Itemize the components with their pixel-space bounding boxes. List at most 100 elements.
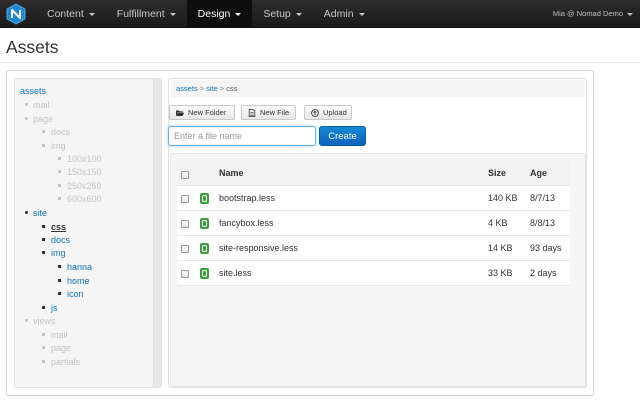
tree-item-label: home: [67, 276, 90, 286]
row-checkbox[interactable]: [181, 195, 189, 203]
bullet-icon: [42, 130, 45, 134]
tree-item-page[interactable]: page: [25, 114, 53, 125]
caret-down-icon: [627, 13, 633, 16]
breadcrumb-separator: >: [219, 84, 225, 93]
row-checkbox[interactable]: [181, 245, 189, 253]
tree-item-site[interactable]: site: [25, 208, 47, 219]
tree-item-docs[interactable]: docs: [42, 127, 70, 138]
file-type-icon: [200, 268, 209, 279]
nav-fulfillment[interactable]: Fulfillment: [106, 0, 187, 28]
table-row[interactable]: site.less 33 KB 2 days: [177, 261, 570, 286]
user-menu-label: Mia @ Nomad Demo: [552, 9, 623, 18]
header-name[interactable]: Name: [219, 161, 244, 185]
create-button[interactable]: Create: [319, 126, 366, 146]
file-size: 4 KB: [488, 218, 508, 228]
tree-item-home[interactable]: home: [58, 276, 90, 287]
row-checkbox[interactable]: [181, 270, 189, 278]
bullet-icon: [58, 265, 61, 269]
tree-item-100x100[interactable]: 100x100: [58, 154, 102, 165]
tree-item-site-docs[interactable]: docs: [42, 235, 70, 246]
tree-item-label: js: [51, 303, 58, 313]
bullet-icon: [58, 197, 61, 201]
file-name[interactable]: bootstrap.less: [219, 186, 275, 211]
bullet-icon: [25, 117, 28, 121]
tree-item-label: 150x150: [67, 167, 102, 177]
bullet-icon: [42, 238, 45, 242]
file-name-input[interactable]: [168, 126, 316, 146]
table-row[interactable]: site-responsive.less 14 KB 93 days: [177, 236, 570, 261]
bullet-icon: [58, 157, 61, 161]
tree-item-icon[interactable]: icon: [58, 289, 84, 300]
nav-setup-label: Setup: [263, 8, 291, 20]
tree-item-label: icon: [67, 289, 84, 299]
user-menu[interactable]: Mia @ Nomad Demo: [553, 0, 633, 28]
bullet-icon: [42, 144, 45, 148]
table-row[interactable]: fancybox.less 4 KB 8/8/13: [177, 211, 570, 236]
nav-design[interactable]: Design: [186, 0, 253, 28]
tree-item-css[interactable]: css: [42, 222, 66, 233]
breadcrumb: assets > site > css: [171, 80, 585, 97]
nav-setup[interactable]: Setup: [252, 0, 312, 28]
tree-item-label: mail: [33, 100, 50, 110]
nav-content-label: Content: [47, 8, 84, 20]
tree-item-150x150[interactable]: 150x150: [58, 167, 102, 178]
tree-item-assets-label: assets: [20, 86, 47, 96]
file-type-icon: [200, 193, 209, 204]
brand-logo-icon[interactable]: [5, 3, 27, 25]
tree-item-label: site: [33, 208, 48, 218]
select-all-checkbox[interactable]: [181, 171, 189, 179]
nav-content[interactable]: Content: [36, 0, 106, 28]
tree-item-views-page[interactable]: page: [42, 343, 71, 354]
bullet-icon: [58, 292, 61, 296]
breadcrumb-assets[interactable]: assets: [176, 84, 198, 93]
tree-item-views[interactable]: views: [25, 316, 56, 327]
tree-item-250x250[interactable]: 250x250: [58, 181, 102, 192]
file-name[interactable]: site-responsive.less: [219, 236, 298, 261]
header-size[interactable]: Size: [488, 161, 506, 185]
breadcrumb-css: css: [226, 84, 238, 93]
caret-down-icon: [88, 13, 95, 16]
tree-item-partials[interactable]: partials: [42, 357, 80, 368]
tree-item-label: 600x600: [67, 194, 102, 204]
tree-item-site-img[interactable]: img: [42, 248, 66, 259]
upload-button[interactable]: Upload: [304, 105, 352, 120]
tree-item-views-mail[interactable]: mail: [42, 330, 68, 341]
top-navbar: Content Fulfillment Design Setup Admin M…: [0, 0, 640, 28]
file-name[interactable]: fancybox.less: [219, 211, 274, 236]
bullet-icon: [25, 319, 28, 323]
tree-item-600x600[interactable]: 600x600: [58, 194, 102, 205]
bullet-icon: [42, 333, 45, 337]
file-size: 14 KB: [488, 243, 513, 253]
new-folder-button[interactable]: New Folder: [169, 105, 235, 120]
caret-down-icon: [169, 13, 176, 16]
file-name[interactable]: site.less: [219, 261, 252, 286]
row-checkbox[interactable]: [181, 220, 189, 228]
table-row[interactable]: bootstrap.less 140 KB 8/7/13: [177, 186, 570, 211]
page-title: Assets: [6, 37, 59, 57]
tree-item-label: css: [51, 222, 67, 232]
breadcrumb-site[interactable]: site: [206, 84, 218, 93]
tree-item-js[interactable]: js: [42, 303, 58, 314]
bullet-icon: [25, 211, 28, 215]
main-nav: Content Fulfillment Design Setup Admin: [36, 0, 376, 28]
tree-scrollbar[interactable]: [153, 79, 161, 387]
bullet-icon: [42, 225, 45, 229]
tree-item-img[interactable]: img: [42, 141, 66, 152]
tree-item-label: 100x100: [67, 154, 102, 164]
nav-admin[interactable]: Admin: [313, 0, 376, 28]
bullet-icon: [58, 184, 61, 188]
file-type-icon: [200, 243, 209, 254]
tree-item-mail[interactable]: mail: [25, 100, 50, 111]
tree-item-hanna[interactable]: hanna: [58, 262, 92, 273]
bullet-icon: [42, 360, 45, 364]
new-file-button[interactable]: New File: [241, 105, 296, 120]
header-age[interactable]: Age: [530, 161, 547, 185]
caret-down-icon: [295, 13, 302, 16]
bullet-icon: [58, 279, 61, 283]
tree-item-label: mail: [51, 330, 68, 340]
tree-item-assets[interactable]: assets: [20, 86, 46, 97]
file-icon: [248, 108, 256, 117]
file-size: 33 KB: [488, 268, 513, 278]
tree-item-label: hanna: [67, 262, 93, 272]
upload-label: Upload: [323, 108, 347, 117]
